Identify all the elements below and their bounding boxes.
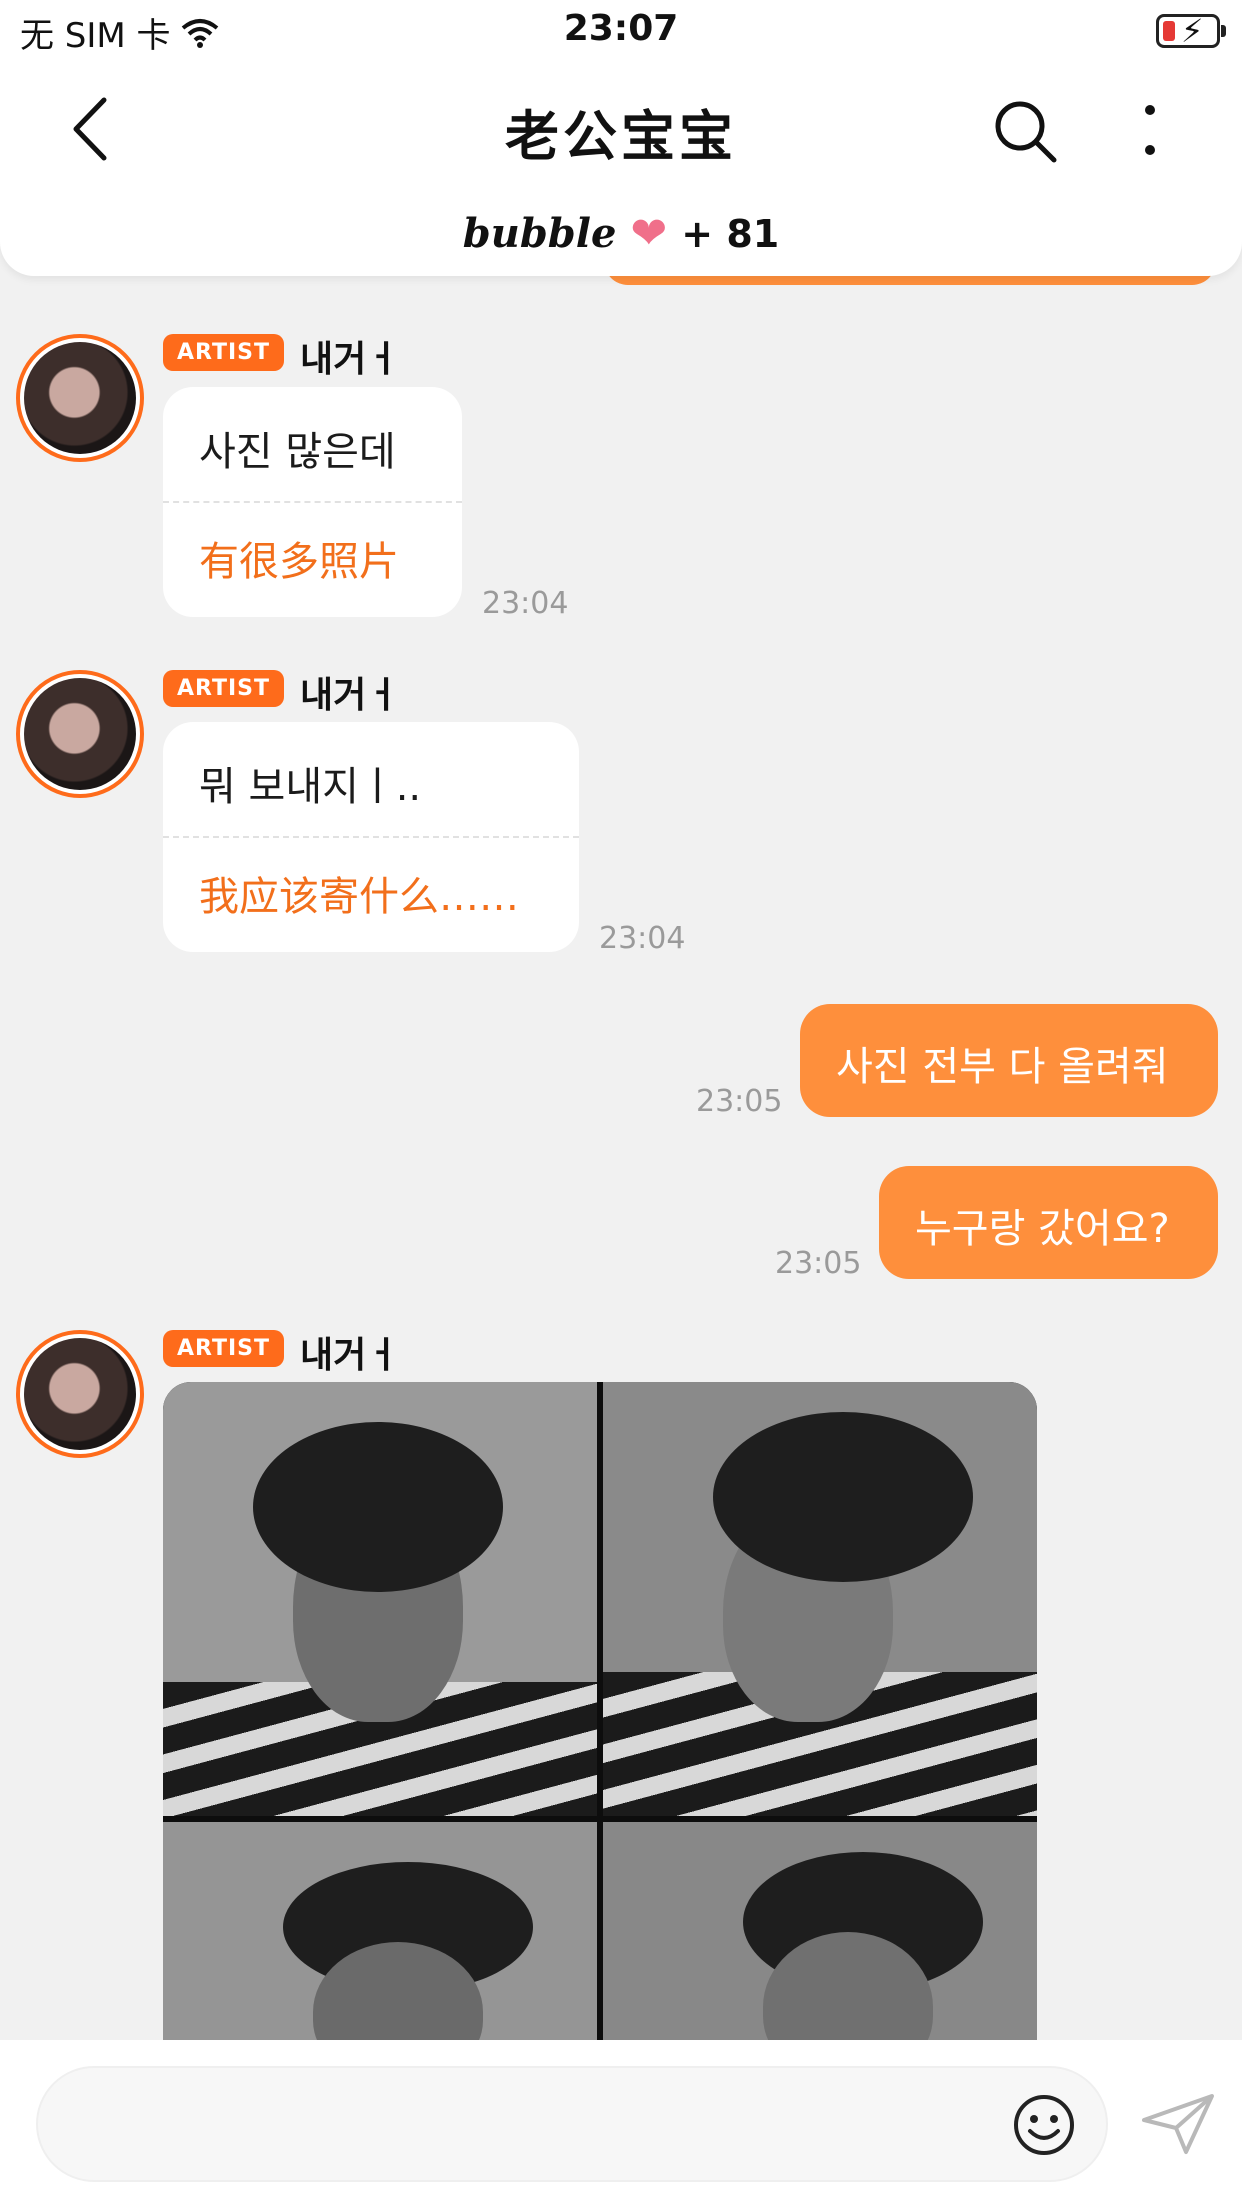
sender-name: 내거ㅓ: [300, 675, 400, 716]
photo-tile: [603, 1382, 1037, 1816]
message-time: 23:05: [775, 1246, 862, 1281]
message-input-bar: [0, 2040, 1242, 2208]
message-time: 23:04: [599, 921, 686, 956]
status-bar: 无 SIM 卡 23:07 ⚡: [0, 0, 1242, 62]
more-vertical-icon[interactable]: [1130, 96, 1170, 166]
member-count: + 81: [681, 211, 780, 256]
subscriber-info: bubble ❤ + 81: [0, 208, 1242, 259]
battery-charging-icon: ⚡: [1156, 12, 1226, 50]
message-input[interactable]: [36, 2066, 1108, 2182]
message-text: 사진 많은데: [199, 429, 396, 475]
artist-badge: ARTIST: [163, 334, 285, 371]
sender-name: 내거ㅓ: [300, 339, 400, 380]
emoji-icon[interactable]: [1012, 2093, 1076, 2157]
message-bubble[interactable]: 사진 전부 다 올려줘: [800, 1004, 1218, 1117]
send-icon[interactable]: [1140, 2092, 1216, 2156]
message-time: 23:04: [482, 586, 569, 621]
brand-logo: bubble: [462, 210, 617, 257]
translation-text: 我应该寄什么……: [199, 874, 519, 920]
message-bubble[interactable]: 누구랑 갔어요?: [879, 1166, 1218, 1279]
sender-name: 내거ㅓ: [300, 1335, 400, 1376]
photo-tile: [163, 1822, 597, 2042]
heart-icon: ❤: [630, 208, 668, 259]
chat-header: 老公宝宝 bubble ❤ + 81: [0, 62, 1242, 276]
avatar[interactable]: [16, 1330, 144, 1458]
search-icon[interactable]: [990, 96, 1060, 166]
photo-tile: [603, 1822, 1037, 2042]
avatar[interactable]: [16, 334, 144, 462]
message-text: 뭐 보내지ㅣ..: [199, 764, 422, 810]
photo-message[interactable]: [163, 1382, 1037, 2042]
avatar[interactable]: [16, 670, 144, 798]
artist-badge: ARTIST: [163, 670, 285, 707]
photo-tile: [163, 1382, 597, 1816]
message-bubble[interactable]: 사진 많은데 有很多照片: [163, 387, 462, 617]
translation-text: 有很多照片: [199, 539, 399, 585]
message-bubble[interactable]: 뭐 보내지ㅣ.. 我应该寄什么……: [163, 722, 579, 952]
artist-badge: ARTIST: [163, 1330, 285, 1367]
message-time: 23:05: [696, 1084, 783, 1119]
clock: 23:07: [563, 8, 679, 49]
